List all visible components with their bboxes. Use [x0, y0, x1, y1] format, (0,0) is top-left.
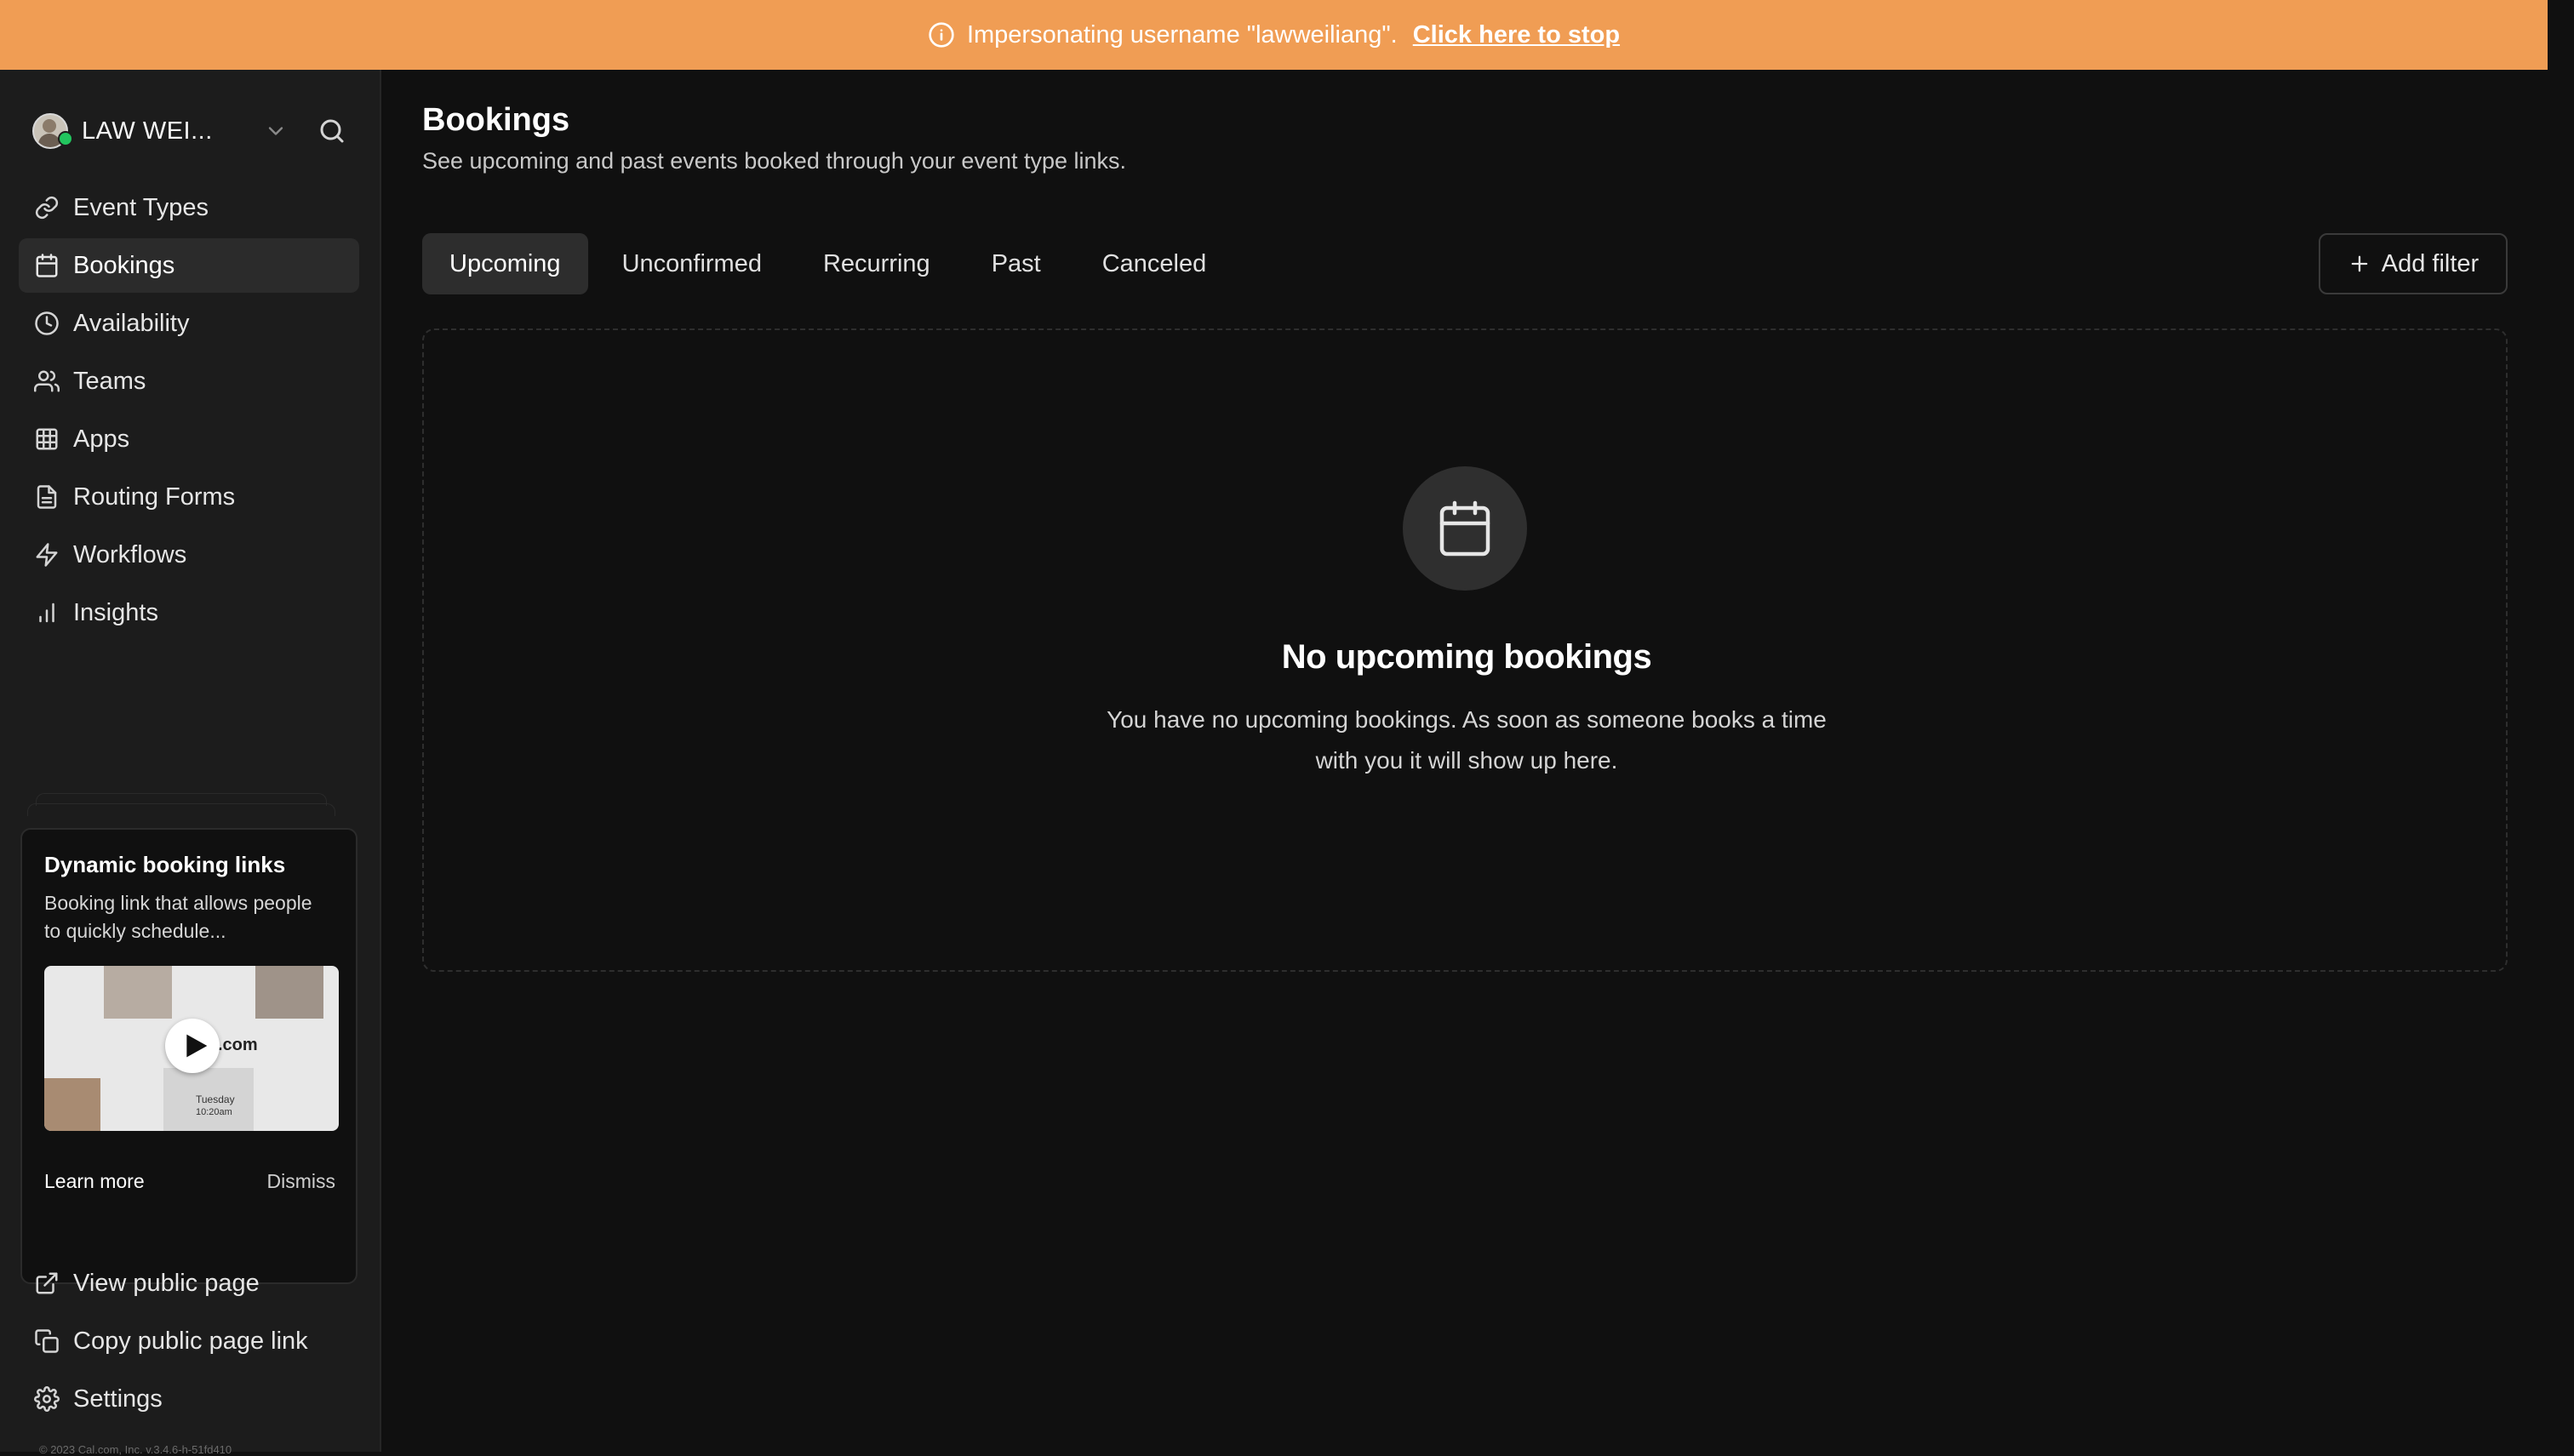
tab-recurring[interactable]: Recurring	[796, 233, 958, 294]
sidebar-item-routing-forms[interactable]: Routing Forms	[19, 470, 359, 524]
page-title: Bookings	[422, 102, 570, 138]
tab-upcoming[interactable]: Upcoming	[422, 233, 588, 294]
tab-canceled[interactable]: Canceled	[1075, 233, 1234, 294]
online-status-dot	[58, 131, 73, 146]
thumbnail-person-image	[255, 966, 323, 1019]
thumbnail-day-text: Tuesday	[196, 1093, 235, 1105]
sidebar-item-label: Settings	[73, 1385, 163, 1413]
user-dropdown[interactable]: LAW WEI...	[32, 106, 347, 157]
main-content: Bookings See upcoming and past events bo…	[380, 70, 2548, 1452]
users-icon	[34, 370, 60, 392]
bar-chart-icon	[39, 602, 54, 623]
window-edge	[2548, 0, 2574, 1452]
sidebar-item-workflows[interactable]: Workflows	[19, 528, 359, 582]
calendar-icon	[36, 254, 58, 277]
promo-description: Booking link that allows people to quick…	[44, 892, 312, 942]
sidebar-item-apps[interactable]: Apps	[19, 412, 359, 466]
promo-title: Dynamic booking links	[44, 852, 286, 877]
sidebar-item-bookings[interactable]: Bookings	[19, 238, 359, 293]
tab-unconfirmed[interactable]: Unconfirmed	[595, 233, 789, 294]
sidebar-item-label: View public page	[73, 1269, 260, 1297]
sidebar-item-label: Workflows	[73, 540, 187, 568]
sidebar-item-label: Insights	[73, 598, 158, 626]
empty-state-description: You have no upcoming bookings. As soon a…	[1107, 706, 1827, 774]
footer-version-text: © 2023 Cal.com, Inc. v.3.4.6-h-51fd410	[39, 1443, 232, 1456]
clock-icon	[35, 311, 59, 335]
sidebar-item-label: Event Types	[73, 193, 209, 221]
user-name: LAW WEI...	[82, 117, 213, 145]
sidebar-item-label: Apps	[73, 425, 130, 453]
sidebar-item-settings[interactable]: Settings	[19, 1372, 359, 1426]
sidebar-item-label: Availability	[73, 309, 190, 337]
grid-icon	[36, 428, 58, 450]
promo-video-thumbnail[interactable]: .com Tuesday 10:20am	[44, 966, 339, 1131]
chevron-down-icon[interactable]	[264, 119, 288, 143]
settings-icon	[34, 1386, 60, 1412]
play-icon	[186, 1034, 208, 1058]
sidebar-nav: Event Types Bookings Availability Teams …	[19, 180, 359, 643]
empty-state: No upcoming bookings You have no upcomin…	[422, 328, 2508, 972]
impersonation-banner: Impersonating username "lawweiliang". Cl…	[0, 0, 2548, 70]
sidebar-item-teams[interactable]: Teams	[19, 354, 359, 408]
bookings-tabs: Upcoming Unconfirmed Recurring Past Canc…	[422, 233, 1233, 294]
file-text-icon	[37, 485, 57, 509]
zap-icon	[36, 543, 58, 567]
thumbnail-domain-text: .com	[218, 1036, 258, 1054]
add-filter-label: Add filter	[2381, 249, 2480, 277]
external-link-icon	[36, 1272, 58, 1294]
learn-more-link[interactable]: Learn more	[44, 1170, 145, 1193]
banner-message: Impersonating username "lawweiliang".	[966, 20, 1398, 49]
search-icon[interactable]	[317, 116, 347, 146]
empty-state-title: No upcoming bookings	[1281, 638, 1652, 676]
thumbnail-person-image	[44, 1078, 100, 1131]
thumbnail-person-image	[104, 966, 172, 1019]
copy-icon	[35, 1329, 59, 1353]
page-subtitle: See upcoming and past events booked thro…	[422, 148, 1127, 174]
dismiss-button[interactable]: Dismiss	[267, 1170, 336, 1193]
play-button[interactable]	[165, 1019, 220, 1073]
sidebar-item-event-types[interactable]: Event Types	[19, 180, 359, 235]
link-icon	[35, 196, 59, 220]
sidebar-item-label: Routing Forms	[73, 482, 236, 511]
promo-stack-decoration	[36, 793, 327, 806]
plus-icon	[2351, 255, 2368, 272]
copy-public-page-link-button[interactable]: Copy public page link	[19, 1314, 359, 1368]
sidebar-item-label: Bookings	[73, 251, 175, 279]
sidebar-item-label: Copy public page link	[73, 1327, 308, 1355]
empty-state-icon-circle	[1403, 466, 1527, 591]
sidebar-bottom-nav: View public page Copy public page link S…	[19, 1256, 359, 1430]
promo-card: Dynamic booking links Booking link that …	[20, 828, 358, 1284]
sidebar-item-availability[interactable]: Availability	[19, 296, 359, 351]
sidebar-item-insights[interactable]: Insights	[19, 585, 359, 640]
sidebar: LAW WEI... Event Types Bookings Availabi…	[0, 70, 381, 1456]
info-icon	[929, 22, 954, 48]
sidebar-item-label: Teams	[73, 367, 146, 395]
thumbnail-time-text: 10:20am	[196, 1107, 232, 1117]
tab-past[interactable]: Past	[964, 233, 1068, 294]
view-public-page-link[interactable]: View public page	[19, 1256, 359, 1310]
add-filter-button[interactable]: Add filter	[2319, 233, 2508, 294]
stop-impersonating-link[interactable]: Click here to stop	[1413, 21, 1620, 49]
calendar-icon	[1439, 500, 1490, 557]
